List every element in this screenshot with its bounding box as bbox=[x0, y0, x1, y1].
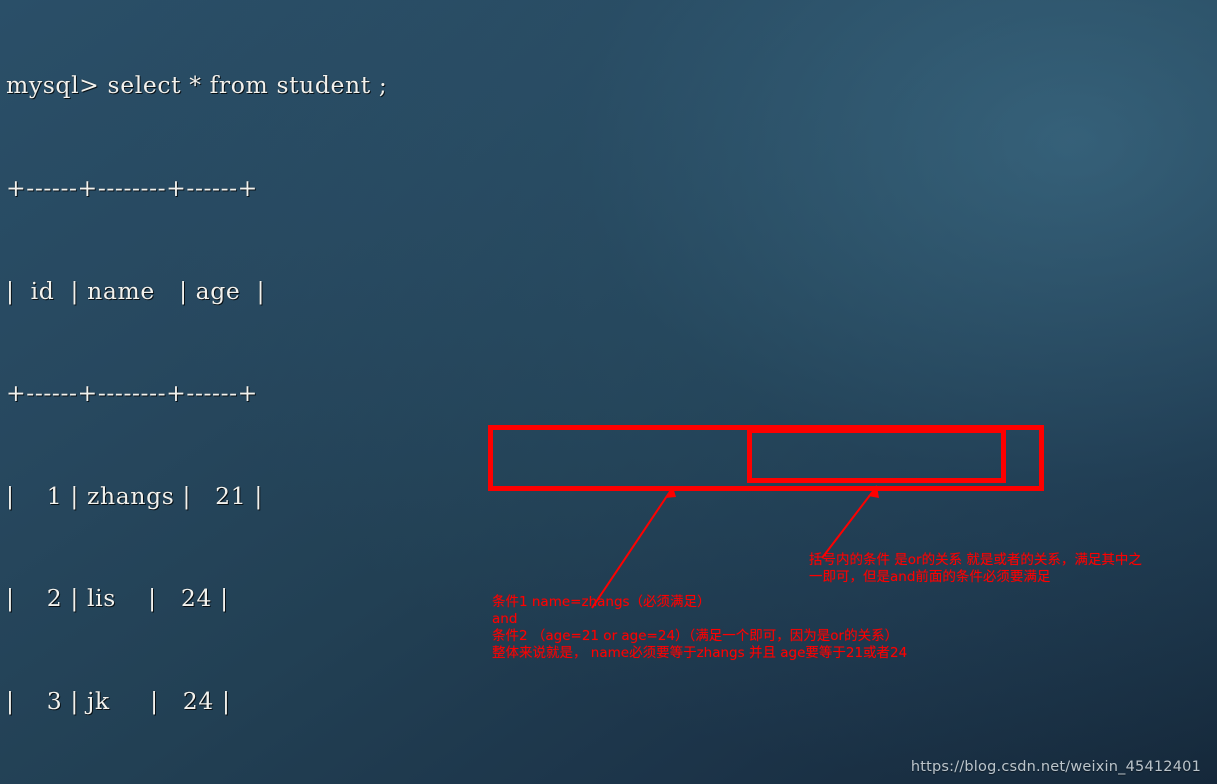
terminal-line: | 3 | jk | 24 | bbox=[6, 686, 231, 715]
terminal-line: | id | name | age | bbox=[6, 276, 266, 305]
terminal-window: mysql> select * from student ; +------+-… bbox=[0, 0, 1217, 784]
terminal-line: | 1 | zhangs | 21 | bbox=[6, 481, 263, 510]
terminal-line: +------+--------+------+ bbox=[6, 379, 258, 408]
terminal-line: mysql> select * from student ; bbox=[6, 71, 388, 100]
watermark-url: https://blog.csdn.net/weixin_45412401 bbox=[910, 759, 1201, 775]
terminal-line: +------+--------+------+ bbox=[6, 174, 258, 202]
terminal-output: mysql> select * from student ; +------+-… bbox=[0, 0, 979, 784]
annotation-right: 括号内的条件 是or的关系 就是或者的关系，满足其中之 一即可，但是and前面的… bbox=[809, 552, 1142, 585]
annotation-left: 条件1 name=zhangs（必须满足） and 条件2 （age=21 or… bbox=[492, 594, 908, 661]
